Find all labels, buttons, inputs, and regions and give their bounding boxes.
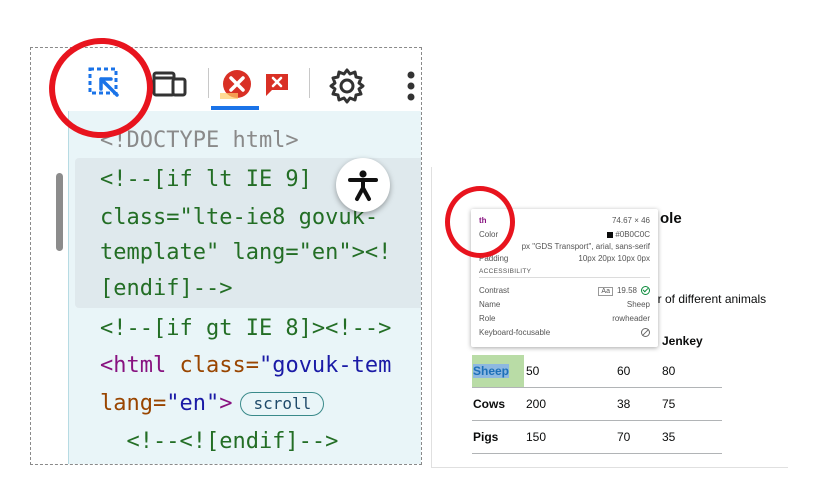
code-text: <!--[if lt IE 9]	[100, 167, 312, 192]
tooltip-kf-label: Keyboard-focusable	[479, 328, 551, 337]
tooltip-contrast-label: Contrast	[479, 286, 510, 295]
table-cell: 70	[617, 430, 631, 444]
tooltip-name-value: Sheep	[626, 300, 650, 309]
check-circle-icon	[641, 286, 650, 296]
attr-value: "govuk-tem	[258, 353, 392, 378]
row-header[interactable]: Pigs	[473, 430, 498, 444]
row-header[interactable]: Cows	[473, 397, 505, 411]
column-header: Jenkey	[662, 334, 703, 348]
table-row: Cows 200 38 75	[472, 388, 722, 421]
code-line-4[interactable]: template" lang="en"><!	[100, 240, 391, 266]
issues-icon	[220, 70, 251, 99]
tooltip-role-value: rowheader	[612, 314, 650, 323]
tooltip-divider	[479, 277, 650, 278]
tooltip-role-label: Role	[479, 314, 496, 323]
code-text: <!--[if gt IE 8]><!-->	[100, 316, 392, 341]
code-line-8[interactable]: lang="en"> scroll	[100, 391, 325, 417]
code-line-5[interactable]: [endif]-->	[100, 276, 232, 302]
code-text: <!--<![endif]-->	[100, 429, 339, 454]
attr-name: class=	[166, 353, 259, 378]
table-row: Sheep 50 60 80	[472, 355, 722, 388]
code-text: <!DOCTYPE html>	[100, 128, 299, 153]
device-toolbar-button[interactable]	[147, 64, 195, 104]
table-cell: 50	[526, 364, 540, 378]
more-options-button[interactable]	[401, 64, 421, 108]
flag-button[interactable]	[259, 66, 295, 102]
table-heading: ole	[660, 210, 682, 227]
device-toolbar-icon	[152, 71, 187, 97]
row-header-text: Sheep	[473, 364, 510, 378]
code-text: [endif]-->	[100, 276, 233, 301]
table-cell: 150	[526, 430, 547, 444]
tooltip-section-title: ACCESSIBILITY	[479, 268, 532, 275]
annotation-circle	[445, 186, 515, 258]
table-cell: 75	[662, 397, 676, 411]
code-line-1[interactable]: <!DOCTYPE html>	[100, 128, 299, 154]
tooltip-color-value: #0B0C0C	[615, 230, 650, 239]
code-line-6[interactable]: <!--[if gt IE 8]><!-->	[100, 316, 391, 342]
attr-value: "en"	[166, 391, 220, 416]
active-tab-indicator	[211, 106, 259, 110]
toolbar-divider	[309, 68, 310, 98]
table-cell: 38	[617, 397, 631, 411]
vertical-scrollbar[interactable]	[56, 173, 63, 251]
contrast-aa-badge: Aa	[598, 287, 613, 296]
tooltip-font-value: px "GDS Transport", arial, sans-serif	[521, 242, 650, 251]
table-row: Pigs 150 70 35	[472, 421, 722, 454]
table-cell: 200	[526, 397, 547, 411]
tag-close: >	[219, 391, 233, 416]
tooltip-contrast-value: 19.58	[616, 286, 637, 295]
code-text: template" lang="en"><!	[100, 240, 392, 265]
attr-name: lang=	[100, 391, 167, 416]
accessibility-button[interactable]	[336, 158, 390, 212]
row-header[interactable]: Sheep	[472, 355, 524, 387]
table-cell: 35	[662, 430, 676, 444]
tooltip-name-label: Name	[479, 300, 501, 309]
code-line-7[interactable]: <html class="govuk-tem	[100, 353, 391, 379]
code-line-3[interactable]: class="lte-ie8 govuk-	[100, 205, 378, 231]
issues-button[interactable]	[217, 64, 257, 104]
accessibility-icon	[348, 170, 378, 201]
flag-icon	[266, 74, 288, 96]
tooltip-padding-value: 10px 20px 10px 0px	[578, 254, 650, 263]
scroll-badge[interactable]: scroll	[240, 392, 325, 416]
table-caption: er of different animals	[651, 292, 767, 306]
html-tag: <html	[100, 353, 167, 378]
code-line-9[interactable]: <!--<![endif]-->	[100, 429, 338, 455]
table-cell: 60	[617, 364, 631, 378]
not-allowed-icon	[641, 328, 650, 338]
more-vertical-icon	[407, 71, 415, 101]
settings-button[interactable]	[325, 64, 369, 108]
gear-icon	[329, 68, 365, 104]
code-text: class="lte-ie8 govuk-	[100, 205, 379, 230]
tooltip-size: 74.67 × 46	[611, 216, 650, 225]
table-cell: 80	[662, 364, 676, 378]
color-swatch	[607, 231, 614, 238]
toolbar-divider	[208, 68, 209, 98]
